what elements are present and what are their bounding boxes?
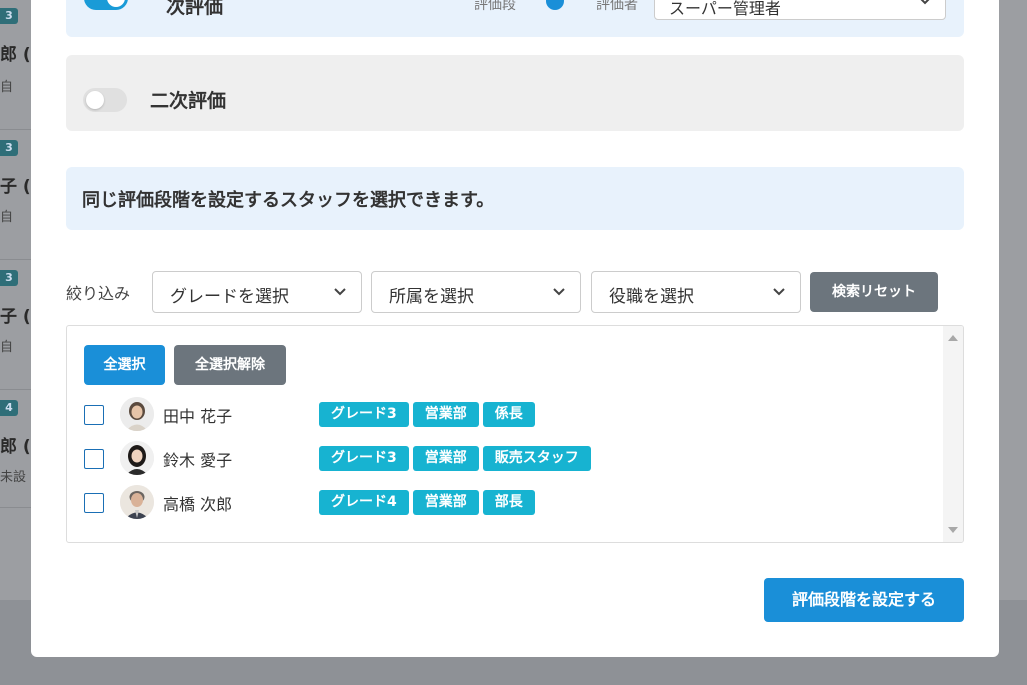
info-message: 同じ評価段階を設定するスタッフを選択できます。 — [82, 190, 495, 211]
background-badge: 3 — [0, 8, 18, 24]
staff-row: 田中 花子 グレード3 営業部 係長 — [84, 397, 924, 433]
avatar — [120, 485, 154, 519]
second-evaluation-panel: 二次評価 — [66, 55, 964, 131]
avatar — [120, 441, 154, 475]
info-banner: 同じ評価段階を設定するスタッフを選択できます。 — [66, 167, 964, 230]
first-evaluation-panel: 次評価 評価段 評価者 スーパー管理者 — [66, 0, 964, 37]
staff-row: 鈴木 愛子 グレード3 営業部 販売スタッフ — [84, 441, 924, 477]
staff-name: 高橋 次郎 — [163, 495, 233, 514]
background-badge: 4 — [0, 400, 18, 416]
grade-tag: グレード4 — [319, 490, 409, 515]
position-tag: 係長 — [482, 402, 535, 427]
staff-checkbox[interactable] — [84, 405, 104, 425]
position-select-placeholder: 役職を選択 — [609, 287, 694, 307]
department-select-placeholder: 所属を選択 — [389, 287, 474, 307]
background-sub: 自 — [0, 340, 14, 355]
info-icon[interactable] — [546, 0, 564, 10]
chevron-down-icon — [772, 284, 786, 298]
grade-tag: グレード3 — [319, 402, 409, 427]
background-name: 郎 ( — [0, 45, 31, 65]
background-name: 子 ( — [0, 307, 31, 327]
department-tag: 営業部 — [412, 446, 479, 471]
scroll-up-arrow-icon[interactable] — [948, 335, 958, 341]
staff-checkbox[interactable] — [84, 449, 104, 469]
scroll-down-arrow-icon[interactable] — [948, 527, 958, 533]
search-reset-button[interactable]: 検索リセット — [810, 272, 938, 312]
background-name: 子 ( — [0, 177, 31, 197]
chevron-down-icon — [919, 0, 931, 5]
grade-select[interactable]: グレードを選択 — [152, 271, 362, 313]
staff-name: 鈴木 愛子 — [163, 451, 233, 470]
background-sub: 未設 — [0, 470, 27, 485]
background-name: 郎 ( — [0, 437, 31, 457]
background-badge: 3 — [0, 140, 18, 156]
staff-tags: グレード3 営業部 販売スタッフ — [319, 446, 591, 471]
department-tag: 営業部 — [412, 490, 479, 515]
evaluation-stage-modal: 次評価 評価段 評価者 スーパー管理者 二次評価 同じ評価段階を設定するスタッフ… — [31, 0, 999, 657]
staff-tags: グレード3 営業部 係長 — [319, 402, 535, 427]
filter-label: 絞り込み — [66, 284, 131, 303]
evaluator-select[interactable]: スーパー管理者 — [654, 0, 946, 20]
chevron-down-icon — [552, 284, 566, 298]
set-evaluation-stage-button[interactable]: 評価段階を設定する — [764, 578, 964, 622]
evaluator-select-value: スーパー管理者 — [669, 0, 781, 18]
deselect-all-button[interactable]: 全選択解除 — [174, 345, 286, 385]
staff-name: 田中 花子 — [163, 407, 233, 426]
staff-row: 高橋 次郎 グレード4 営業部 部長 — [84, 485, 924, 521]
department-select[interactable]: 所属を選択 — [371, 271, 581, 313]
first-evaluation-toggle[interactable] — [84, 0, 128, 10]
staff-checkbox[interactable] — [84, 493, 104, 513]
staff-tags: グレード4 営業部 部長 — [319, 490, 535, 515]
background-sub: 自 — [0, 80, 14, 95]
grade-select-placeholder: グレードを選択 — [170, 287, 289, 307]
department-tag: 営業部 — [412, 402, 479, 427]
position-tag: 販売スタッフ — [482, 446, 591, 471]
grade-tag: グレード3 — [319, 446, 409, 471]
second-evaluation-label: 二次評価 — [150, 90, 227, 112]
background-sub: 自 — [0, 210, 14, 225]
staff-list: 全選択 全選択解除 田中 花子 グレード3 営業部 係長 鈴木 愛子 グレード3… — [66, 325, 964, 543]
position-tag: 部長 — [482, 490, 535, 515]
scrollbar[interactable] — [943, 326, 963, 542]
avatar — [120, 397, 154, 431]
second-evaluation-toggle[interactable] — [83, 88, 127, 112]
select-all-button[interactable]: 全選択 — [84, 345, 165, 385]
background-badge: 3 — [0, 270, 18, 286]
chevron-down-icon — [333, 284, 347, 298]
position-select[interactable]: 役職を選択 — [591, 271, 801, 313]
first-evaluation-label: 次評価 — [166, 0, 224, 18]
evaluation-stage-label: 評価段 — [474, 0, 516, 13]
evaluator-label: 評価者 — [596, 0, 638, 13]
